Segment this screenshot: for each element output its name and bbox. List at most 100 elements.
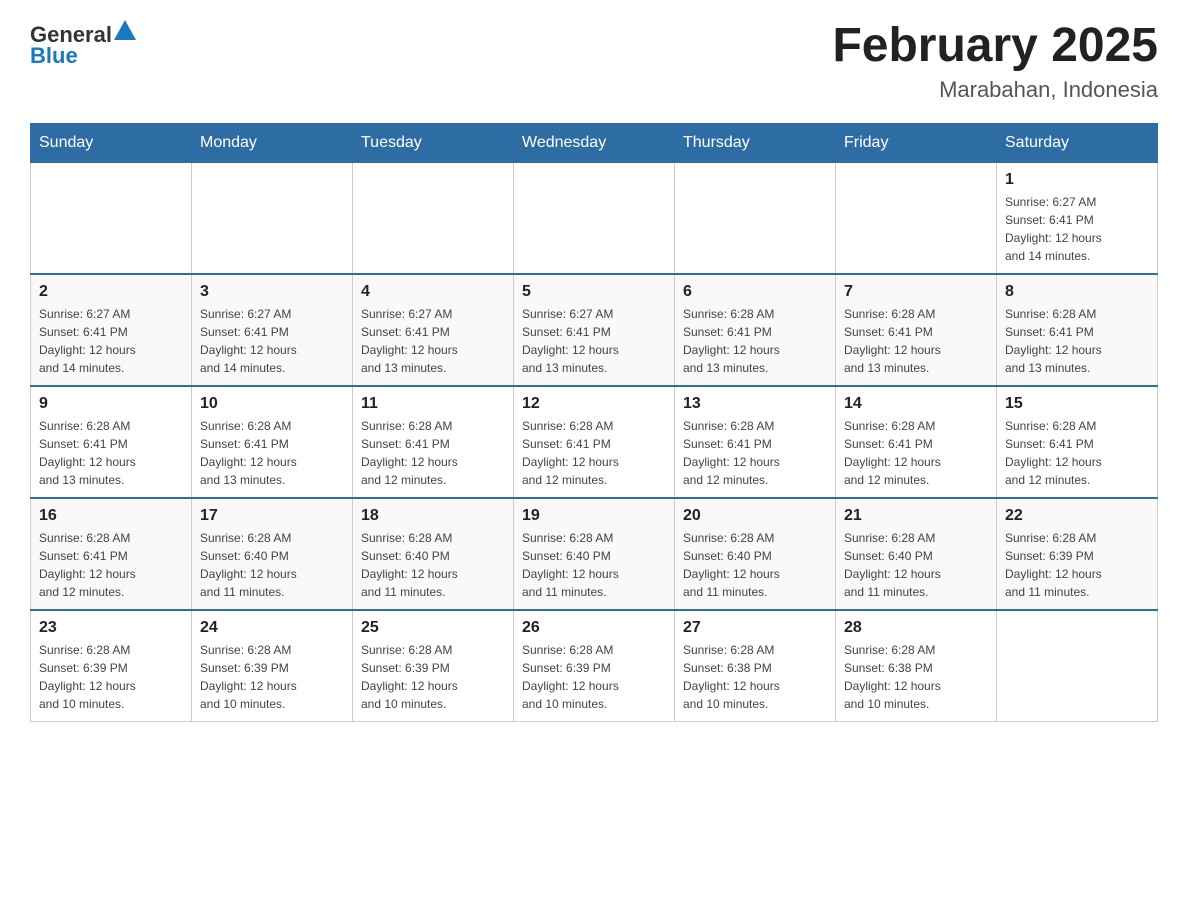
table-row: 11 Sunrise: 6:28 AM Sunset: 6:41 PM Dayli… xyxy=(353,386,514,498)
table-row: 27 Sunrise: 6:28 AM Sunset: 6:38 PM Dayli… xyxy=(675,610,836,722)
header-sunday: Sunday xyxy=(31,123,192,162)
day-info: Sunrise: 6:28 AM Sunset: 6:41 PM Dayligh… xyxy=(844,417,988,489)
day-number: 8 xyxy=(1005,283,1149,301)
table-row: 6 Sunrise: 6:28 AM Sunset: 6:41 PM Daylig… xyxy=(675,274,836,386)
day-info: Sunrise: 6:27 AM Sunset: 6:41 PM Dayligh… xyxy=(361,305,505,377)
day-info: Sunrise: 6:28 AM Sunset: 6:39 PM Dayligh… xyxy=(200,641,344,713)
table-row: 9 Sunrise: 6:28 AM Sunset: 6:41 PM Daylig… xyxy=(31,386,192,498)
header-saturday: Saturday xyxy=(997,123,1158,162)
table-row: 3Sunrise: 6:27 AM Sunset: 6:41 PM Daylig… xyxy=(192,274,353,386)
day-number: 7 xyxy=(844,283,988,301)
day-number: 27 xyxy=(683,619,827,637)
table-row xyxy=(192,162,353,274)
day-number: 22 xyxy=(1005,507,1149,525)
header-thursday: Thursday xyxy=(675,123,836,162)
day-number: 15 xyxy=(1005,395,1149,413)
day-info: Sunrise: 6:28 AM Sunset: 6:41 PM Dayligh… xyxy=(683,417,827,489)
calendar-week-row: 9 Sunrise: 6:28 AM Sunset: 6:41 PM Daylig… xyxy=(31,386,1158,498)
page-header: General Blue February 2025 Marabahan, In… xyxy=(30,20,1158,103)
table-row: 7 Sunrise: 6:28 AM Sunset: 6:41 PM Daylig… xyxy=(836,274,997,386)
day-info: Sunrise: 6:28 AM Sunset: 6:41 PM Dayligh… xyxy=(200,417,344,489)
table-row xyxy=(997,610,1158,722)
day-number: 25 xyxy=(361,619,505,637)
day-number: 13 xyxy=(683,395,827,413)
table-row: 10 Sunrise: 6:28 AM Sunset: 6:41 PM Dayli… xyxy=(192,386,353,498)
day-number: 3 xyxy=(200,283,344,301)
day-number: 5 xyxy=(522,283,666,301)
table-row: 2 Sunrise: 6:27 AM Sunset: 6:41 PM Daylig… xyxy=(31,274,192,386)
day-info: Sunrise: 6:28 AM Sunset: 6:39 PM Dayligh… xyxy=(361,641,505,713)
table-row: 1 Sunrise: 6:27 AM Sunset: 6:41 PM Daylig… xyxy=(997,162,1158,274)
table-row xyxy=(675,162,836,274)
day-info: Sunrise: 6:28 AM Sunset: 6:40 PM Dayligh… xyxy=(361,529,505,601)
day-number: 24 xyxy=(200,619,344,637)
day-info: Sunrise: 6:28 AM Sunset: 6:41 PM Dayligh… xyxy=(39,417,183,489)
day-number: 6 xyxy=(683,283,827,301)
day-info: Sunrise: 6:27 AM Sunset: 6:41 PM Dayligh… xyxy=(522,305,666,377)
table-row: 17 Sunrise: 6:28 AM Sunset: 6:40 PM Dayli… xyxy=(192,498,353,610)
table-row: 23Sunrise: 6:28 AM Sunset: 6:39 PM Dayli… xyxy=(31,610,192,722)
day-number: 17 xyxy=(200,507,344,525)
day-info: Sunrise: 6:28 AM Sunset: 6:41 PM Dayligh… xyxy=(522,417,666,489)
day-info: Sunrise: 6:28 AM Sunset: 6:41 PM Dayligh… xyxy=(844,305,988,377)
table-row: 22 Sunrise: 6:28 AM Sunset: 6:39 PM Dayli… xyxy=(997,498,1158,610)
day-info: Sunrise: 6:27 AM Sunset: 6:41 PM Dayligh… xyxy=(1005,193,1149,265)
day-number: 4 xyxy=(361,283,505,301)
calendar-title: February 2025 xyxy=(832,20,1158,73)
day-info: Sunrise: 6:28 AM Sunset: 6:41 PM Dayligh… xyxy=(1005,305,1149,377)
table-row: 4 Sunrise: 6:27 AM Sunset: 6:41 PM Daylig… xyxy=(353,274,514,386)
day-number: 12 xyxy=(522,395,666,413)
table-row: 20 Sunrise: 6:28 AM Sunset: 6:40 PM Dayli… xyxy=(675,498,836,610)
logo-text-blue: Blue xyxy=(30,43,78,69)
header-monday: Monday xyxy=(192,123,353,162)
calendar-week-row: 23Sunrise: 6:28 AM Sunset: 6:39 PM Dayli… xyxy=(31,610,1158,722)
day-number: 14 xyxy=(844,395,988,413)
day-info: Sunrise: 6:28 AM Sunset: 6:38 PM Dayligh… xyxy=(844,641,988,713)
day-info: Sunrise: 6:28 AM Sunset: 6:39 PM Dayligh… xyxy=(1005,529,1149,601)
table-row xyxy=(31,162,192,274)
day-number: 2 xyxy=(39,283,183,301)
day-number: 20 xyxy=(683,507,827,525)
day-info: Sunrise: 6:28 AM Sunset: 6:40 PM Dayligh… xyxy=(522,529,666,601)
day-info: Sunrise: 6:28 AM Sunset: 6:38 PM Dayligh… xyxy=(683,641,827,713)
table-row xyxy=(514,162,675,274)
day-number: 10 xyxy=(200,395,344,413)
logo: General Blue xyxy=(30,20,136,69)
calendar-week-row: 16Sunrise: 6:28 AM Sunset: 6:41 PM Dayli… xyxy=(31,498,1158,610)
day-info: Sunrise: 6:28 AM Sunset: 6:40 PM Dayligh… xyxy=(844,529,988,601)
table-row: 15 Sunrise: 6:28 AM Sunset: 6:41 PM Dayli… xyxy=(997,386,1158,498)
day-number: 1 xyxy=(1005,171,1149,189)
table-row: 5 Sunrise: 6:27 AM Sunset: 6:41 PM Daylig… xyxy=(514,274,675,386)
table-row xyxy=(353,162,514,274)
day-number: 19 xyxy=(522,507,666,525)
calendar-header-row: Sunday Monday Tuesday Wednesday Thursday… xyxy=(31,123,1158,162)
table-row: 12 Sunrise: 6:28 AM Sunset: 6:41 PM Dayli… xyxy=(514,386,675,498)
table-row: 28 Sunrise: 6:28 AM Sunset: 6:38 PM Dayli… xyxy=(836,610,997,722)
day-info: Sunrise: 6:28 AM Sunset: 6:40 PM Dayligh… xyxy=(200,529,344,601)
day-info: Sunrise: 6:28 AM Sunset: 6:40 PM Dayligh… xyxy=(683,529,827,601)
day-number: 26 xyxy=(522,619,666,637)
header-friday: Friday xyxy=(836,123,997,162)
header-wednesday: Wednesday xyxy=(514,123,675,162)
table-row: 24 Sunrise: 6:28 AM Sunset: 6:39 PM Dayli… xyxy=(192,610,353,722)
table-row: 18Sunrise: 6:28 AM Sunset: 6:40 PM Dayli… xyxy=(353,498,514,610)
header-tuesday: Tuesday xyxy=(353,123,514,162)
day-info: Sunrise: 6:28 AM Sunset: 6:41 PM Dayligh… xyxy=(683,305,827,377)
day-info: Sunrise: 6:28 AM Sunset: 6:39 PM Dayligh… xyxy=(522,641,666,713)
table-row: 21 Sunrise: 6:28 AM Sunset: 6:40 PM Dayli… xyxy=(836,498,997,610)
calendar-week-row: 2 Sunrise: 6:27 AM Sunset: 6:41 PM Daylig… xyxy=(31,274,1158,386)
day-number: 28 xyxy=(844,619,988,637)
table-row: 16Sunrise: 6:28 AM Sunset: 6:41 PM Dayli… xyxy=(31,498,192,610)
day-number: 9 xyxy=(39,395,183,413)
table-row xyxy=(836,162,997,274)
day-number: 11 xyxy=(361,395,505,413)
calendar-subtitle: Marabahan, Indonesia xyxy=(832,77,1158,103)
day-info: Sunrise: 6:27 AM Sunset: 6:41 PM Dayligh… xyxy=(39,305,183,377)
day-info: Sunrise: 6:28 AM Sunset: 6:41 PM Dayligh… xyxy=(39,529,183,601)
calendar-week-row: 1 Sunrise: 6:27 AM Sunset: 6:41 PM Daylig… xyxy=(31,162,1158,274)
day-number: 21 xyxy=(844,507,988,525)
day-info: Sunrise: 6:28 AM Sunset: 6:41 PM Dayligh… xyxy=(361,417,505,489)
logo-triangle-icon xyxy=(114,20,136,40)
title-block: February 2025 Marabahan, Indonesia xyxy=(832,20,1158,103)
day-info: Sunrise: 6:28 AM Sunset: 6:41 PM Dayligh… xyxy=(1005,417,1149,489)
